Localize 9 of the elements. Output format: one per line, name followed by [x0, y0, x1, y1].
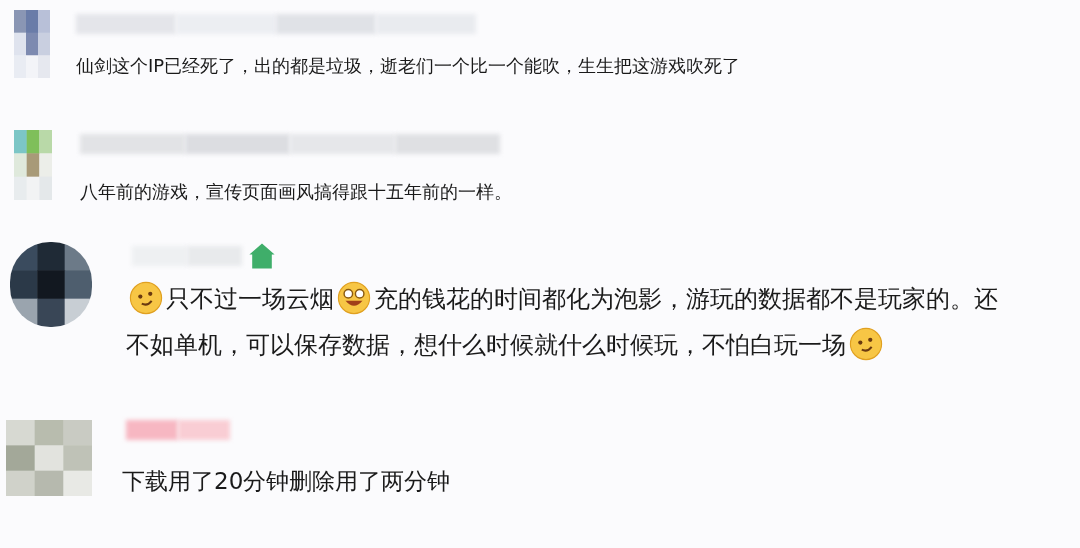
smiley-icon	[849, 327, 883, 361]
comment-text: 下载用了20分钟删除用了两分钟	[122, 468, 451, 494]
smiley-icon	[129, 281, 163, 315]
comment-text: 八年前的游戏，宣传页面画风搞得跟十五年前的一样。	[80, 181, 512, 202]
comment-text: 不如单机，可以保存数据，想什么时候就什么时候玩，不怕白玩一场	[126, 331, 846, 359]
comment-text: 只不过一场云烟	[166, 285, 334, 313]
comment-text: 充的钱花的时间都化为泡影，游玩的数据都不是玩家的。还	[374, 285, 998, 313]
comment-text: 仙剑这个IP已经死了，出的都是垃圾，逝老们一个比一个能吹，生生把这游戏吹死了	[76, 55, 741, 76]
smiley-icon	[337, 281, 371, 315]
